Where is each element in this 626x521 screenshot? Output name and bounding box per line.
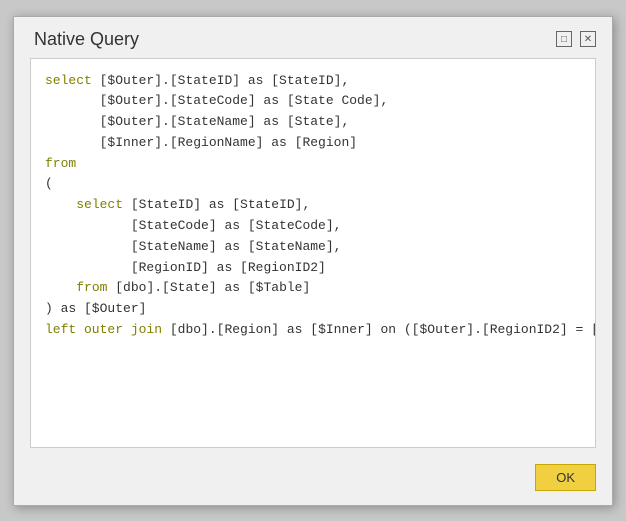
title-bar: Native Query □ ✕ <box>14 17 612 58</box>
ok-button[interactable]: OK <box>535 464 596 491</box>
minimize-button[interactable]: □ <box>556 31 572 47</box>
native-query-dialog: Native Query □ ✕ select [$Outer].[StateI… <box>13 16 613 506</box>
query-inner-select-keyword: select <box>76 197 123 212</box>
close-button[interactable]: ✕ <box>580 31 596 47</box>
window-controls: □ ✕ <box>556 31 596 47</box>
query-text: select [$Outer].[StateID] as [StateID], … <box>45 71 581 341</box>
query-from-keyword: from <box>45 156 76 171</box>
query-select-keyword: select <box>45 73 92 88</box>
query-content-area: select [$Outer].[StateID] as [StateID], … <box>30 58 596 448</box>
query-left-outer-join-keyword: left outer join <box>45 322 162 337</box>
dialog-footer: OK <box>14 456 612 505</box>
query-from-keyword2: from <box>76 280 107 295</box>
dialog-title: Native Query <box>34 29 139 50</box>
